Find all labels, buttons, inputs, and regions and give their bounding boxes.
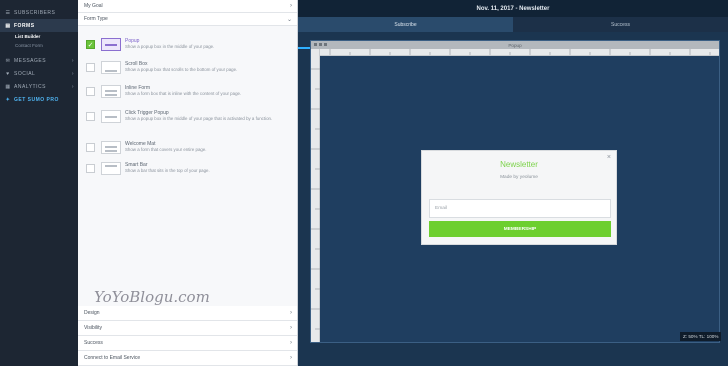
accordion-form-type[interactable]: Form Type ⌄ [78, 13, 297, 26]
messages-icon: ✉ [5, 57, 11, 64]
accordion-label: Design [84, 310, 100, 316]
chevron-right-icon: › [71, 70, 74, 77]
ruler-ticks [329, 49, 711, 55]
form-type-checkbox[interactable] [86, 87, 95, 96]
sidebar-subitem-list-builder[interactable]: List Builder [0, 32, 78, 41]
sidebar-item-label: ANALYTICS [14, 83, 46, 90]
accordion-design[interactable]: Design › [78, 306, 297, 321]
accordion-label: Success [84, 340, 103, 346]
accordion-connect-email[interactable]: Connect to Email Service › [78, 351, 297, 366]
sidebar-item-label: SOCIAL [14, 70, 36, 77]
rocket-icon: ✦ [5, 96, 11, 103]
sidebar-item-messages[interactable]: ✉ MESSAGES › [0, 54, 78, 67]
ruler-ticks [311, 68, 320, 330]
sidebar-item-label: FORMS [14, 22, 35, 29]
form-type-desc: Show a form that covers your entire page… [125, 147, 207, 152]
chevron-right-icon: › [71, 83, 74, 90]
social-icon: ♥ [6, 70, 10, 77]
accordion-label: My Goal [84, 3, 103, 9]
chevron-right-icon: › [290, 355, 292, 361]
email-field[interactable]: Email [429, 199, 611, 218]
form-type-option-click-trigger-popup[interactable]: Click Trigger Popup Show a popup box in … [86, 110, 285, 123]
main-sidebar: ☰ SUBSCRIBERS ▤ FORMS List Builder Conta… [0, 0, 78, 366]
sidebar-item-forms[interactable]: ▤ FORMS [0, 19, 78, 32]
horizontal-ruler [320, 49, 719, 56]
chevron-right-icon: › [290, 310, 292, 316]
form-type-option-scroll-box[interactable]: Scroll Box Show a popup box that scrolls… [86, 61, 285, 74]
sidebar-item-label: GET SUMO PRO [14, 96, 59, 103]
subscribers-icon: ☰ [5, 9, 11, 16]
tab-subscribe[interactable]: Subscribe [298, 17, 513, 32]
form-type-checkbox[interactable] [86, 63, 95, 72]
sidebar-subitem-label: Contact Form [15, 43, 43, 48]
sidebar-item-label: SUBSCRIBERS [14, 9, 56, 16]
sidebar-item-get-sumo-pro[interactable]: ✦ GET SUMO PRO [0, 93, 78, 106]
form-type-desc: Show a bar that sits in the top of your … [125, 168, 210, 173]
chevron-right-icon: › [71, 57, 74, 64]
newsletter-popup[interactable]: × Newsletter Made by yeolume Email MEMBE… [421, 150, 617, 245]
tab-success[interactable]: Success [513, 17, 728, 32]
form-type-option-welcome-mat[interactable]: Welcome Mat Show a form that covers your… [86, 141, 285, 154]
form-type-option-smart-bar[interactable]: Smart Bar Show a bar that sits in the to… [86, 162, 285, 175]
form-type-option-popup[interactable]: ✓ Popup Show a popup box in the middle o… [86, 38, 285, 51]
accordion-my-goal[interactable]: My Goal › [78, 0, 297, 13]
accordion-success[interactable]: Success › [78, 336, 297, 351]
sidebar-item-subscribers[interactable]: ☰ SUBSCRIBERS [0, 6, 78, 19]
sidebar-item-analytics[interactable]: ▦ ANALYTICS › [0, 80, 78, 93]
popup-subtitle[interactable]: Made by yeolume [422, 175, 616, 180]
chevron-right-icon: › [290, 325, 292, 331]
accordion-label: Form Type [84, 16, 108, 22]
form-type-option-inline-form[interactable]: Inline Form Show a form box that is inli… [86, 85, 285, 98]
chevron-right-icon: › [290, 340, 292, 346]
canvas-title-bar: Nov. 11, 2017 - Newsletter [298, 0, 728, 17]
form-type-desc: Show a popup box in the middle of your p… [125, 44, 215, 49]
chevron-right-icon: › [290, 3, 292, 9]
sidebar-item-social[interactable]: ♥ SOCIAL › [0, 67, 78, 80]
preview-header: Popup [311, 41, 719, 49]
editor-panel: My Goal › Form Type ⌄ ✓ Popup Show a pop… [78, 0, 298, 366]
tab-label: Success [611, 21, 630, 28]
canvas-title: Nov. 11, 2017 - Newsletter [476, 5, 550, 12]
accordion-visibility[interactable]: Visibility › [78, 321, 297, 336]
sidebar-subitem-contact-form[interactable]: Contact Form [0, 41, 78, 50]
canvas-tabs: Subscribe Success [298, 17, 728, 49]
window-dots-icon [314, 43, 327, 46]
scroll-box-thumbnail-icon [101, 61, 121, 74]
form-type-desc: Show a popup box in the middle of your p… [125, 116, 273, 121]
form-type-desc: Show a popup box that scrolls to the bot… [125, 67, 238, 72]
zoom-readout: Z: 50% TL: 100% [680, 332, 722, 341]
vertical-ruler [311, 49, 320, 342]
sidebar-item-label: MESSAGES [14, 57, 47, 64]
submit-button[interactable]: MEMBERSHIP [429, 221, 611, 237]
form-type-list: ✓ Popup Show a popup box in the middle o… [78, 26, 297, 306]
form-type-checkbox[interactable] [86, 164, 95, 173]
form-type-checkbox[interactable] [86, 143, 95, 152]
form-type-desc: Show a form box that is inline with the … [125, 91, 242, 96]
form-type-checkbox[interactable]: ✓ [86, 40, 95, 49]
welcome-mat-thumbnail-icon [101, 141, 121, 154]
sidebar-subitem-label: List Builder [15, 34, 41, 39]
accordion-label: Connect to Email Service [84, 355, 141, 361]
chevron-down-icon: ⌄ [286, 16, 292, 23]
tab-label: Subscribe [394, 21, 417, 28]
watermark-signature: YoYoBlogu.com [94, 288, 210, 306]
smart-bar-thumbnail-icon [101, 162, 121, 175]
form-type-checkbox[interactable] [86, 112, 95, 121]
popup-title[interactable]: Newsletter [422, 160, 616, 169]
preview-label: Popup [508, 42, 522, 48]
accordion-label: Visibility [84, 325, 102, 331]
inline-form-thumbnail-icon [101, 85, 121, 98]
forms-icon: ▤ [5, 22, 11, 29]
click-trigger-thumbnail-icon [101, 110, 121, 123]
popup-thumbnail-icon [101, 38, 121, 51]
analytics-icon: ▦ [5, 83, 11, 90]
